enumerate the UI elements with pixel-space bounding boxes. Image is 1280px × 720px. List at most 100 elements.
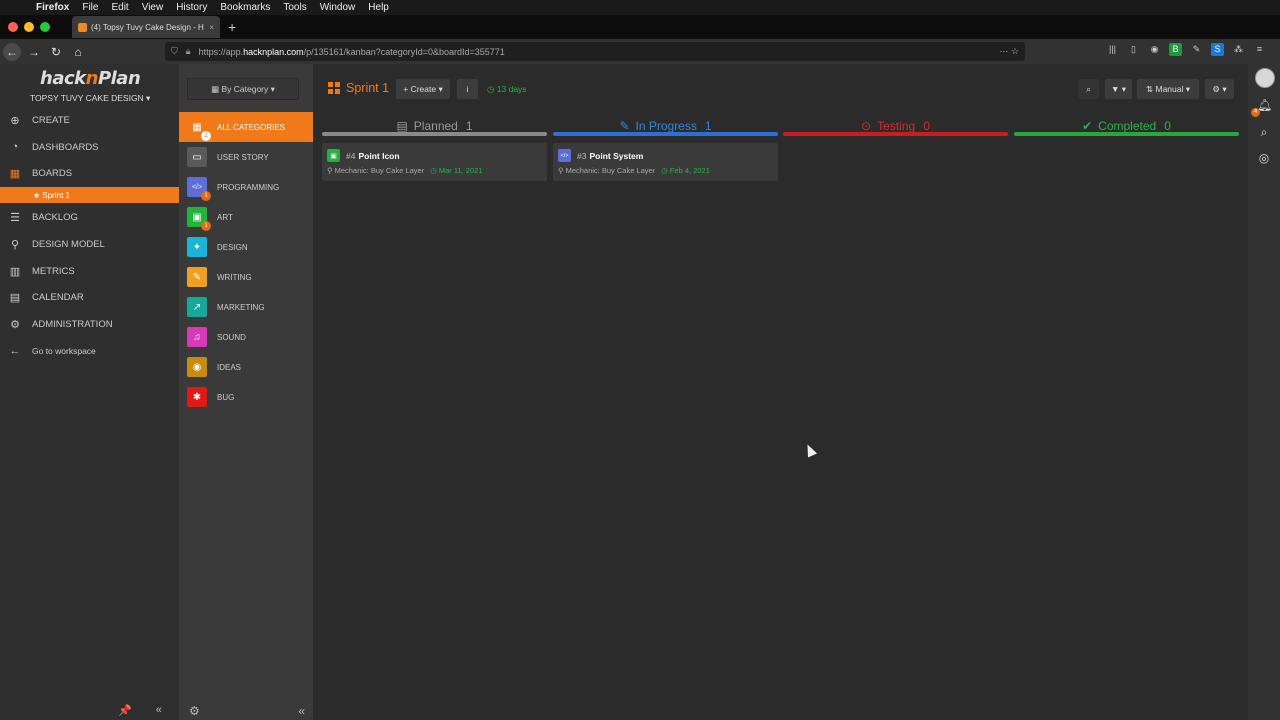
category-sound[interactable]: ♫ SOUND — [179, 322, 313, 352]
search-icon[interactable]: ⌕ — [1257, 125, 1271, 139]
extension-blue-icon[interactable]: S — [1211, 43, 1224, 56]
category-label: BUG — [217, 392, 235, 402]
url-bar[interactable]: ⛉ 🔒︎ https://app. hacknplan.com /p/13516… — [165, 42, 1025, 61]
card-name: Point Icon — [358, 150, 400, 161]
programming-icon: </> — [558, 149, 571, 162]
filter-button[interactable]: ▼ ▾ — [1105, 79, 1132, 99]
arrow-left-icon: ← — [9, 345, 21, 357]
board-settings-button[interactable]: ⚙ ▾ — [1205, 79, 1234, 99]
category-marketing[interactable]: ↗ MARKETING — [179, 292, 313, 322]
task-card-point-icon[interactable]: ▣ #4 Point Icon ⚲ Mechanic: Buy Cake Lay… — [322, 143, 547, 181]
menu-help[interactable]: Help — [368, 2, 389, 13]
url-actions[interactable]: ··· ☆ — [999, 46, 1019, 57]
category-art[interactable]: ▣ 1 ART — [179, 202, 313, 232]
card-design-element[interactable]: ⚲ Mechanic: Buy Cake Layer — [558, 166, 655, 175]
library-icon[interactable]: ||| — [1106, 43, 1119, 56]
category-count-badge: 2 — [201, 131, 211, 141]
info-button[interactable]: i — [457, 79, 478, 99]
category-label: ALL CATEGORIES — [217, 122, 286, 132]
menu-hamburger-icon[interactable]: ≡ — [1253, 43, 1266, 56]
art-icon: ▣ 1 — [187, 207, 211, 231]
sidebar-item-go-to-workspace[interactable]: ← Go to workspace — [0, 341, 179, 361]
column-label: Testing — [877, 119, 916, 133]
sort-manual-button[interactable]: ⇅ Manual ▾ — [1137, 79, 1199, 99]
hacknplan-logo[interactable]: hacknPlan — [40, 68, 141, 89]
category-bug[interactable]: ✱ BUG — [179, 382, 313, 412]
collapse-sidebar-icon[interactable]: « — [156, 704, 162, 717]
sidebar-item-boards[interactable]: ▦ BOARDS — [0, 163, 179, 183]
column-divider-completed — [1014, 132, 1239, 136]
back-button[interactable]: ← — [3, 42, 21, 61]
sidebar-item-design-model[interactable]: ⚲ DESIGN MODEL — [0, 234, 179, 254]
sidebar-subitem-sprint-1[interactable]: ★ Sprint 1 — [0, 187, 179, 203]
menu-firefox[interactable]: Firefox — [36, 2, 69, 13]
extension-green-icon[interactable]: B — [1169, 43, 1182, 56]
shield-icon[interactable]: ⛉ — [171, 46, 178, 57]
macos-menubar: Firefox File Edit View History Bookmarks… — [0, 0, 1280, 15]
gamepad-icon: ⊙ — [861, 119, 872, 133]
ideas-icon: ◉ — [187, 357, 207, 377]
extension-pen-icon[interactable]: ✎ — [1190, 43, 1203, 56]
writing-icon: ✎ — [187, 267, 207, 287]
help-icon[interactable]: ◎ — [1257, 151, 1271, 165]
lock-icon[interactable]: 🔒︎ — [186, 46, 191, 57]
avatar[interactable] — [1255, 68, 1275, 88]
kanban-board: Sprint 1 + Create ▾ i ◷ 13 days ⌕ ▼ ▾ ⇅ … — [313, 64, 1248, 720]
category-ideas[interactable]: ◉ IDEAS — [179, 352, 313, 382]
menu-bookmarks[interactable]: Bookmarks — [220, 2, 270, 13]
home-button[interactable]: ⌂ — [69, 43, 87, 61]
pin-icon[interactable]: 📌 — [118, 704, 132, 717]
menu-edit[interactable]: Edit — [111, 2, 128, 13]
zoom-window-button[interactable] — [40, 22, 50, 32]
category-user-story[interactable]: ▭ USER STORY — [179, 142, 313, 172]
category-label: SOUND — [217, 332, 246, 342]
column-label: Completed — [1098, 119, 1157, 133]
task-card-point-system[interactable]: </> #3 Point System ⚲ Mechanic: Buy Cake… — [553, 143, 778, 181]
close-window-button[interactable] — [8, 22, 18, 32]
browser-navbar: ← → ↻ ⌂ ⛉ 🔒︎ https://app. hacknplan.com … — [0, 39, 1280, 64]
sidebar-item-create[interactable]: ⊕ CREATE — [0, 110, 179, 130]
info-icon: i — [466, 84, 469, 94]
column-count: 1 — [704, 119, 712, 133]
sidebar-item-metrics[interactable]: ▥ METRICS — [0, 261, 179, 281]
column-label: In Progress — [635, 119, 697, 133]
forward-button[interactable]: → — [25, 43, 43, 61]
tab-close-icon[interactable]: × — [209, 23, 214, 32]
browser-tab[interactable]: (4) Topsy Tuvy Cake Design - H × — [72, 16, 220, 38]
menu-file[interactable]: File — [82, 2, 98, 13]
category-writing[interactable]: ✎ WRITING — [179, 262, 313, 292]
sidebar-item-dashboards[interactable]: ◔ DASHBOARDS — [0, 137, 179, 157]
sidebar-item-backlog[interactable]: ☰ BACKLOG — [0, 207, 179, 227]
menu-window[interactable]: Window — [320, 2, 356, 13]
check-icon: ✔ — [1082, 119, 1093, 133]
category-all[interactable]: ▦ 2 ALL CATEGORIES — [179, 112, 313, 142]
art-icon: ▣ — [327, 149, 340, 162]
menu-tools[interactable]: Tools — [283, 2, 306, 13]
notification-badge: 4 — [1251, 108, 1260, 117]
account-icon[interactable]: ◉ — [1148, 43, 1161, 56]
sidebar-item-label: Go to workspace — [32, 346, 96, 356]
sidebar-item-calendar[interactable]: ▤ CALENDAR — [0, 287, 179, 307]
sidebar-icon[interactable]: ▯ — [1127, 43, 1140, 56]
collapse-categories-icon[interactable]: « — [298, 704, 305, 718]
dashboard-icon: ◔ — [11, 141, 19, 153]
category-settings-icon[interactable]: ⚙ — [189, 704, 200, 718]
menu-history[interactable]: History — [176, 2, 207, 13]
sprint-title[interactable]: Sprint 1 — [328, 81, 389, 95]
menu-view[interactable]: View — [142, 2, 164, 13]
card-design-element[interactable]: ⚲ Mechanic: Buy Cake Layer — [327, 166, 424, 175]
category-programming[interactable]: </> 1 PROGRAMMING — [179, 172, 313, 202]
sidebar-item-administration[interactable]: ⚙ ADMINISTRATION — [0, 314, 179, 334]
category-label: MARKETING — [217, 302, 265, 312]
group-by-select[interactable]: ▦ By Category ▾ — [187, 78, 299, 100]
extensions-puzzle-icon[interactable]: ⁂ — [1232, 43, 1245, 56]
new-tab-button[interactable]: + — [228, 19, 236, 35]
category-label: WRITING — [217, 272, 252, 282]
search-button[interactable]: ⌕ — [1078, 79, 1099, 99]
project-selector[interactable]: TOPSY TUVY CAKE DESIGN ▾ — [30, 93, 150, 104]
calendar-icon: ▤ — [9, 291, 21, 304]
minimize-window-button[interactable] — [24, 22, 34, 32]
reload-button[interactable]: ↻ — [47, 43, 65, 61]
create-button[interactable]: + Create ▾ — [396, 79, 450, 99]
category-design[interactable]: ✦ DESIGN — [179, 232, 313, 262]
